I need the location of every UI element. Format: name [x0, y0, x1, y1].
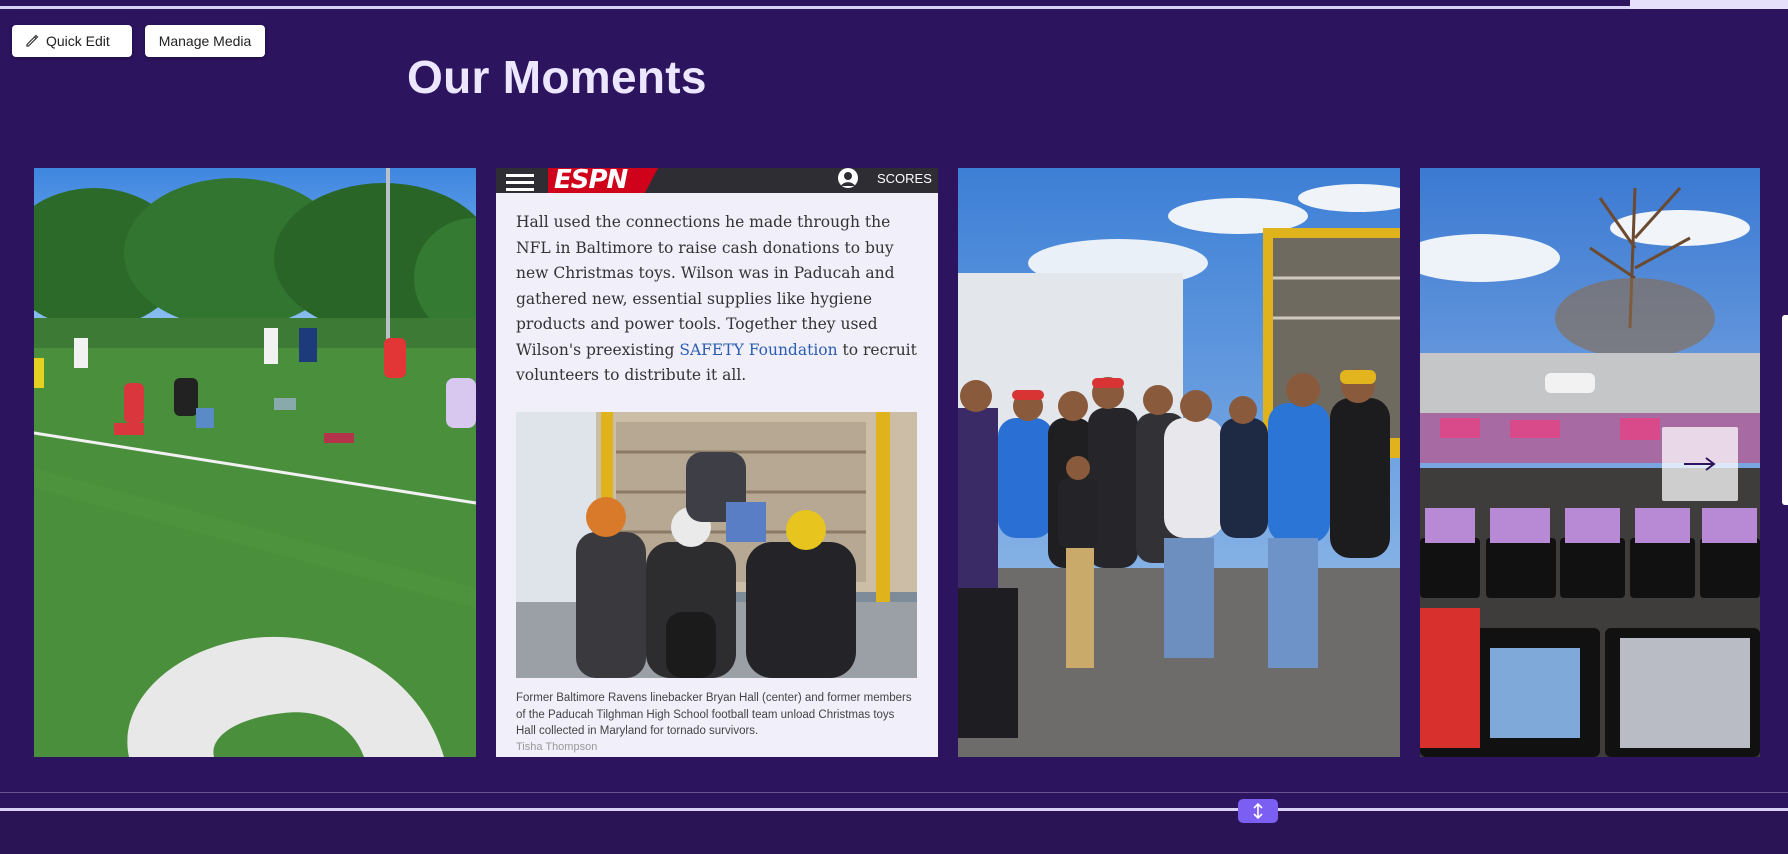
espn-logo: ESPN — [554, 168, 628, 195]
top-divider — [0, 6, 1630, 9]
next-section — [0, 811, 1788, 854]
section-resize-handle[interactable] — [1238, 799, 1278, 823]
manage-media-button[interactable]: Manage Media — [145, 25, 265, 57]
user-account-icon — [838, 168, 858, 188]
quick-edit-button[interactable]: Quick Edit — [12, 25, 132, 57]
side-panel-tab[interactable] — [1782, 315, 1788, 505]
resize-vertical-icon — [1253, 803, 1263, 819]
arrow-right-icon — [1684, 457, 1716, 471]
pencil-icon — [26, 34, 39, 47]
safety-foundation-link: SAFETY Foundation — [679, 340, 838, 359]
article-photo-truck-unload — [516, 412, 917, 678]
football-field-photo — [34, 168, 476, 757]
article-text-part1: Hall used the connections he made throug… — [516, 213, 895, 359]
top-divider-highlight — [1630, 0, 1788, 9]
photo-caption: Former Baltimore Ravens linebacker Bryan… — [516, 692, 912, 737]
quick-edit-label: Quick Edit — [46, 33, 110, 49]
gallery-image-group-photo[interactable] — [958, 168, 1400, 757]
section-title: Our Moments — [407, 51, 707, 103]
article-paragraph: Hall used the connections he made throug… — [516, 210, 921, 389]
gallery-next-button[interactable] — [1662, 427, 1738, 501]
espn-header-bar: ESPN SCORES — [496, 168, 938, 195]
photo-credit: Tisha Thompson — [516, 741, 598, 753]
group-photo — [958, 168, 1400, 757]
manage-media-label: Manage Media — [158, 33, 252, 49]
hamburger-menu-icon — [506, 174, 534, 195]
scores-link: SCORES — [877, 171, 932, 186]
section-bottom-border — [0, 792, 1788, 793]
gallery-image-football-field[interactable] — [34, 168, 476, 757]
gallery-image-espn-article[interactable]: ESPN SCORES Hall used the connections he… — [496, 168, 938, 757]
